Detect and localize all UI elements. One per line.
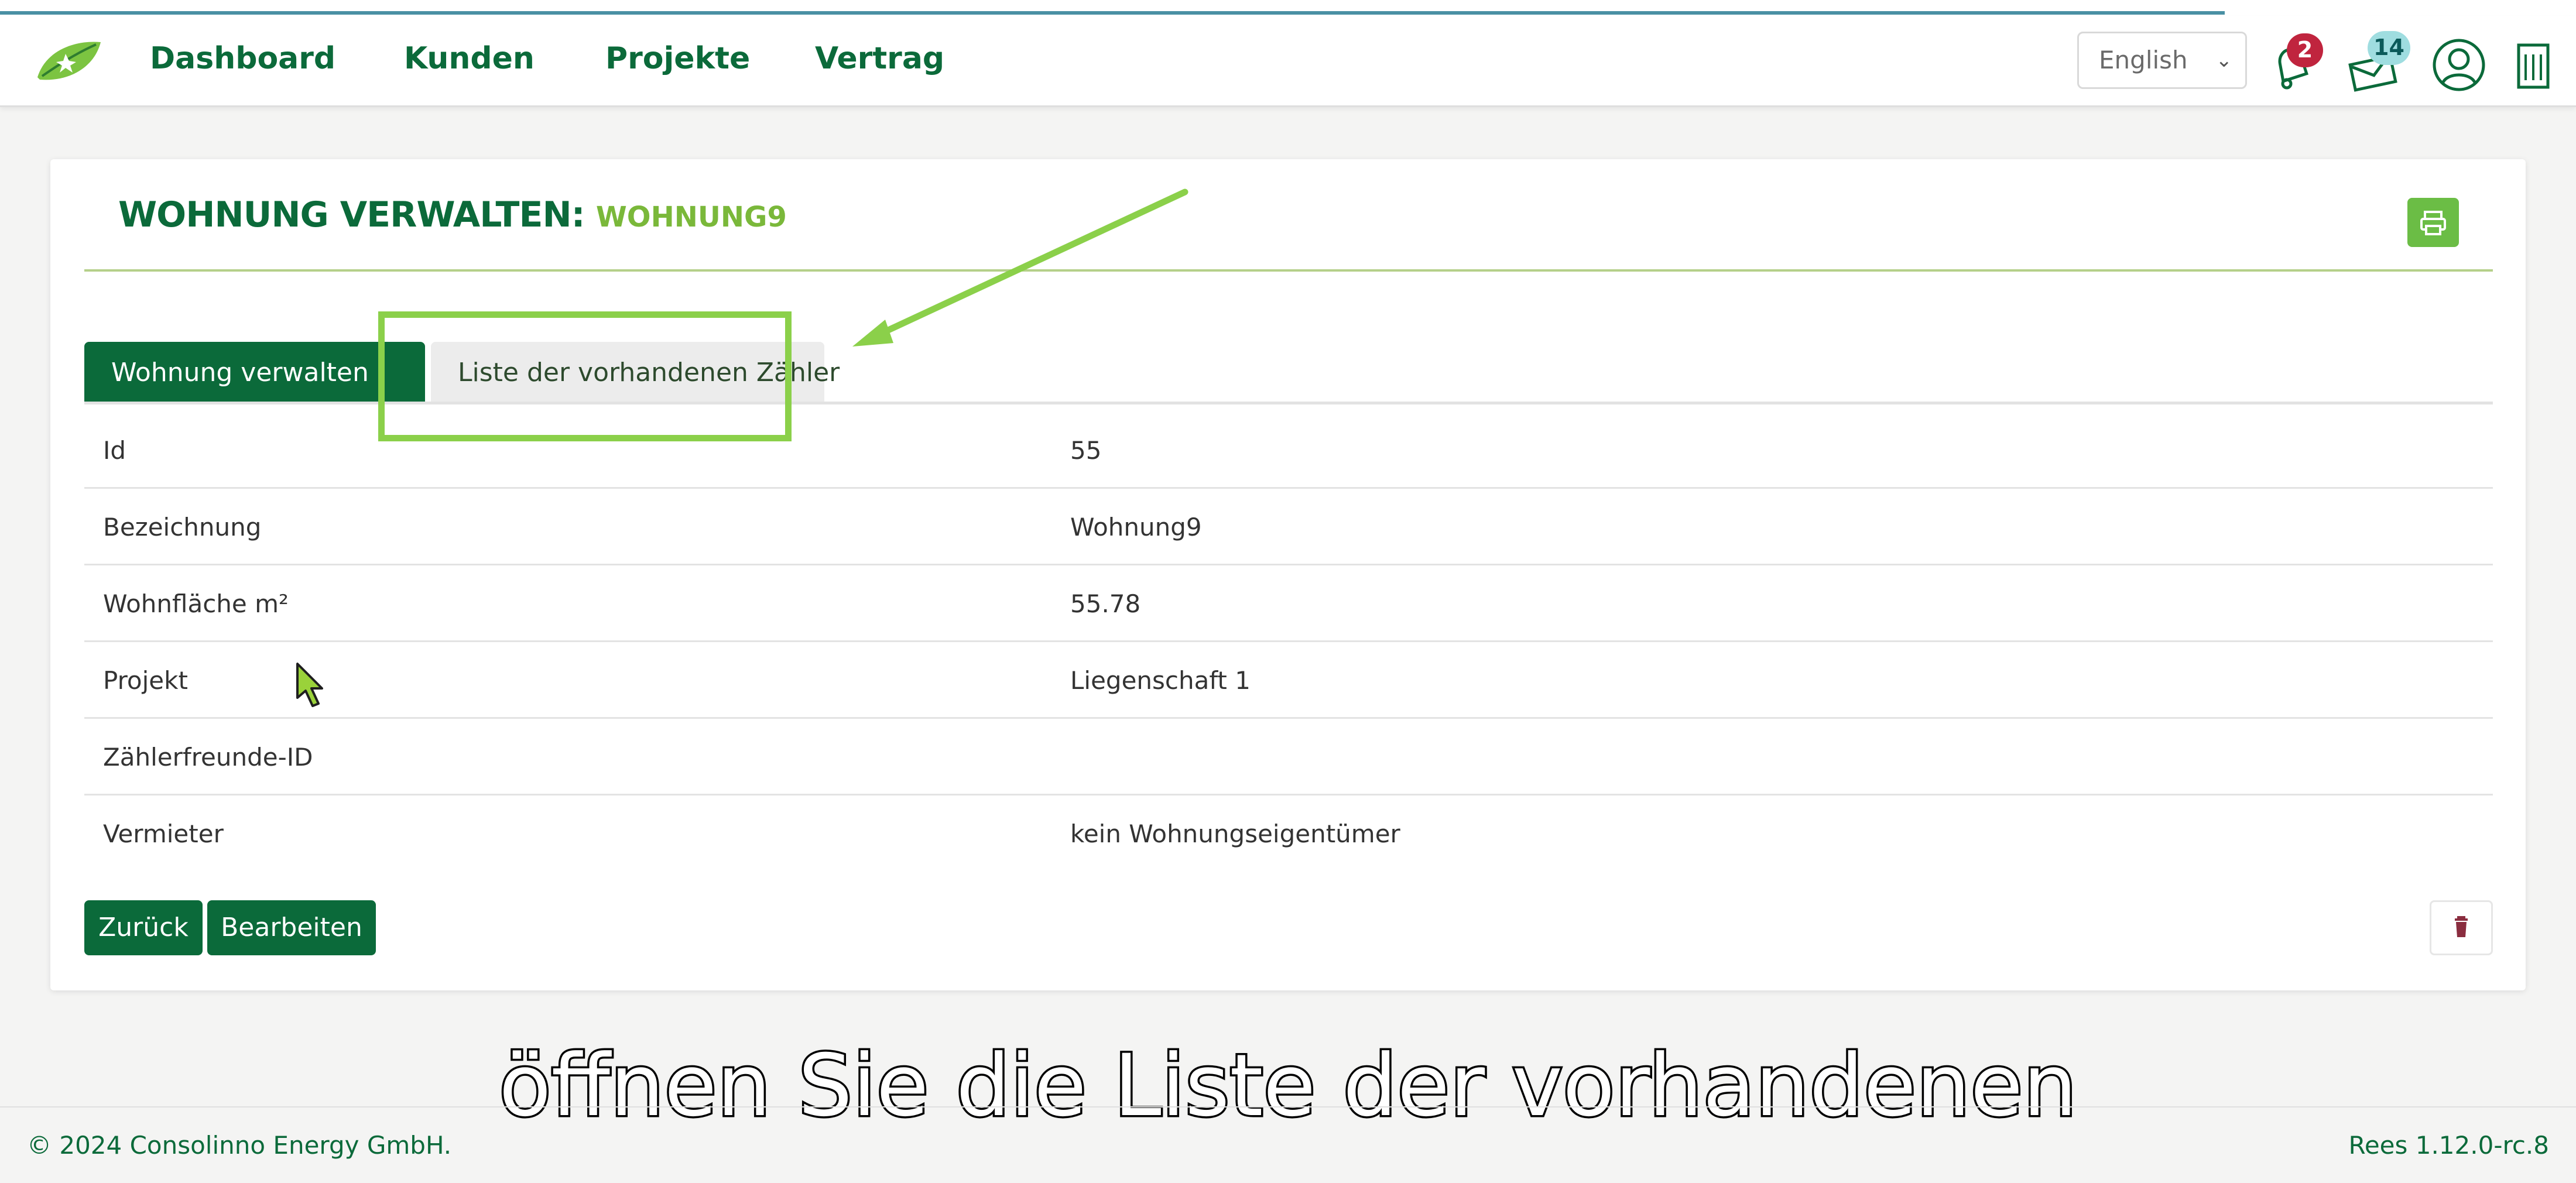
row-key: Id — [103, 436, 126, 465]
nav-projekte[interactable]: Projekte — [605, 41, 750, 76]
user-circle-icon[interactable] — [2431, 37, 2487, 93]
table-row: Bezeichnung Wohnung9 — [84, 489, 2493, 565]
tab-wohnung-verwalten[interactable]: Wohnung verwalten — [84, 342, 425, 404]
apartment-card: WOHNUNG VERWALTEN: WOHNUNG9 Wohnung verw… — [50, 159, 2526, 990]
edit-button[interactable]: Bearbeiten — [207, 900, 376, 955]
top-navbar: Dashboard Kunden Projekte Vertrag Englis… — [0, 16, 2576, 107]
nav-dashboard[interactable]: Dashboard — [150, 41, 335, 76]
page-title-prefix: WOHNUNG VERWALTEN: — [118, 194, 585, 235]
table-row: Zählerfreunde-ID — [84, 719, 2493, 795]
mouse-cursor-icon — [296, 663, 323, 707]
notifications-button[interactable]: 2 — [2263, 33, 2323, 93]
footer-copyright: © 2024 Consolinno Energy GmbH. — [27, 1131, 452, 1160]
row-key: Wohnfläche m² — [103, 589, 289, 618]
building-icon[interactable] — [2509, 37, 2556, 93]
row-key: Bezeichnung — [103, 513, 262, 541]
language-value: English — [2099, 46, 2188, 74]
footer-version: Rees 1.12.0-rc.8 — [2348, 1131, 2549, 1160]
row-value: Liegenschaft 1 — [1070, 666, 1251, 695]
page-title: WOHNUNG VERWALTEN: WOHNUNG9 — [118, 194, 787, 235]
row-value: kein Wohnungseigentümer — [1070, 819, 1400, 848]
language-select[interactable]: English ⌄ — [2077, 32, 2247, 89]
chevron-down-icon: ⌄ — [2215, 49, 2233, 72]
table-row: Vermieter kein Wohnungseigentümer — [84, 795, 2493, 872]
table-row: Projekt Liegenschaft 1 — [84, 642, 2493, 719]
trash-icon — [2455, 916, 2468, 937]
row-key: Zählerfreunde-ID — [103, 743, 313, 771]
back-button[interactable]: Zurück — [84, 900, 203, 955]
messages-button[interactable]: 14 — [2348, 31, 2410, 93]
loading-strip — [0, 0, 2576, 16]
title-divider — [84, 269, 2493, 272]
row-value: Wohnung9 — [1070, 513, 1202, 541]
nav-vertrag[interactable]: Vertrag — [815, 41, 944, 76]
nav-kunden[interactable]: Kunden — [404, 41, 535, 76]
page-footer: © 2024 Consolinno Energy GmbH. Rees 1.12… — [0, 1106, 2576, 1183]
annotation-arrow-icon — [852, 188, 1188, 347]
row-key: Vermieter — [103, 819, 224, 848]
tab-highlight-box — [378, 311, 792, 441]
table-row: Wohnfläche m² 55.78 — [84, 565, 2493, 642]
row-value: 55 — [1070, 436, 1102, 465]
delete-button[interactable] — [2430, 900, 2493, 955]
row-value: 55.78 — [1070, 589, 1141, 618]
details-table: Id 55 Bezeichnung Wohnung9 Wohnfläche m²… — [84, 412, 2493, 872]
page-title-name: WOHNUNG9 — [595, 201, 787, 234]
leaf-logo[interactable] — [34, 39, 104, 83]
row-key: Projekt — [103, 666, 188, 695]
notifications-badge: 2 — [2287, 33, 2323, 67]
printer-icon — [2420, 211, 2446, 235]
print-button[interactable] — [2407, 198, 2459, 247]
messages-badge: 14 — [2368, 31, 2410, 65]
